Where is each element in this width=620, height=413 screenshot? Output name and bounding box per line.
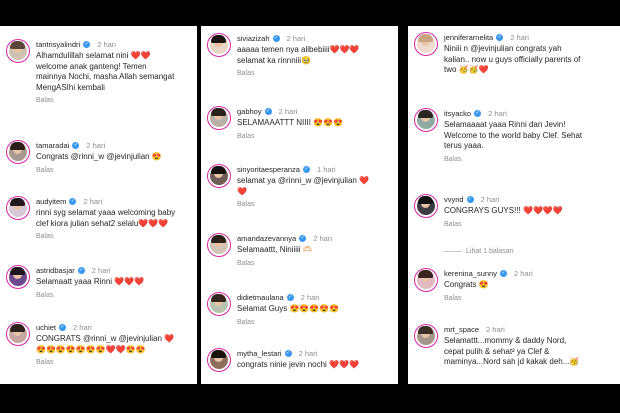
comment-text: Selamaatt yaaa Rinni ❤️❤️❤️ bbox=[36, 277, 145, 286]
reply-button[interactable]: Balas bbox=[237, 260, 394, 267]
view-replies-link[interactable]: Lihat 1 balasan bbox=[466, 248, 513, 255]
comment-text: rinni syg selamat yaaa welcoming baby cl… bbox=[36, 208, 176, 228]
reply-button[interactable]: Balas bbox=[444, 156, 616, 163]
comment-timestamp: 2 hari bbox=[513, 268, 533, 278]
verified-badge-icon: ✓ bbox=[284, 349, 292, 357]
avatar[interactable] bbox=[414, 108, 438, 132]
comment-text: Alhamdulillah selamat nini ❤️❤️ welcome … bbox=[36, 51, 175, 92]
avatar[interactable] bbox=[207, 33, 231, 57]
comment-username[interactable]: gabhoy bbox=[237, 107, 262, 116]
comment-text: CONGRATS @rinni_w @jevinjulian ❤️ 😍😍😍😍😍😍… bbox=[36, 334, 175, 354]
avatar[interactable] bbox=[207, 292, 231, 316]
reply-button[interactable]: Balas bbox=[237, 133, 394, 140]
comment-username[interactable]: didietmaulana bbox=[237, 293, 284, 302]
comment-timestamp: 2 hari bbox=[313, 233, 332, 243]
avatar[interactable] bbox=[6, 322, 30, 346]
reply-button[interactable]: Balas bbox=[444, 295, 616, 302]
comment-timestamp: 2 hari bbox=[91, 265, 111, 275]
comment-username[interactable]: tantrisyalindri bbox=[36, 40, 80, 49]
comment-username[interactable]: sinyoritaesperanza bbox=[237, 165, 300, 174]
comment-timestamp: 2 hari bbox=[86, 140, 106, 150]
verified-badge-icon: ✓ bbox=[83, 40, 91, 48]
comment-username[interactable]: vvynd bbox=[444, 195, 464, 204]
verified-badge-icon: ✓ bbox=[77, 266, 85, 274]
comment-username[interactable]: mytha_lestari bbox=[237, 349, 282, 358]
comment-text: Selamattt...mommy & daddy Nord, cepat pu… bbox=[444, 336, 580, 366]
divider bbox=[444, 251, 462, 252]
avatar[interactable] bbox=[414, 194, 438, 218]
comment-timestamp: 2 hari bbox=[83, 196, 103, 206]
avatar[interactable] bbox=[414, 268, 438, 292]
reply-button[interactable]: Balas bbox=[36, 233, 193, 240]
verified-badge-icon: ✓ bbox=[286, 293, 294, 301]
reply-button[interactable]: Balas bbox=[36, 167, 193, 174]
comment-text: Selamat Guys 😍😍😍😍😍 bbox=[237, 304, 340, 313]
verified-badge-icon: ✓ bbox=[496, 33, 504, 41]
verified-badge-icon: ✓ bbox=[466, 195, 474, 203]
verified-badge-icon: ✓ bbox=[474, 109, 482, 117]
verified-badge-icon: ✓ bbox=[59, 323, 67, 331]
comment-username[interactable]: audyitem bbox=[36, 197, 66, 206]
comment-timestamp: 2 hari bbox=[278, 106, 298, 116]
comment-text: aaaaa temen nya alibebiiii❤️❤️❤️ selamat… bbox=[237, 45, 360, 65]
avatar[interactable] bbox=[207, 106, 231, 130]
comment-text: congrats ninie jevin nochi ❤️❤️❤️ bbox=[237, 360, 359, 369]
comment-text: selamat ya @rinni_w @jevinjulian ❤️ ❤️ bbox=[237, 176, 370, 196]
comment-username[interactable]: astridbasjar bbox=[36, 266, 75, 275]
comment-username[interactable]: siviazizah bbox=[237, 34, 270, 43]
reply-button[interactable]: Balas bbox=[36, 97, 193, 104]
comment-text: Selamaattt, Niniiiii 🫶🏻 bbox=[237, 245, 313, 254]
comment-timestamp: 2 hari bbox=[298, 348, 318, 358]
comment-text: Congrats @rinni_w @jevinjulian 😍 bbox=[36, 152, 162, 161]
comment-text: Congrats 😍 bbox=[444, 280, 489, 289]
verified-badge-icon: ✓ bbox=[299, 234, 307, 242]
comment-timestamp: 1 hari bbox=[316, 164, 336, 174]
comment-username[interactable]: jenniferarnelita bbox=[444, 33, 493, 42]
avatar[interactable] bbox=[207, 233, 231, 257]
avatar[interactable] bbox=[6, 39, 30, 63]
avatar[interactable] bbox=[207, 348, 231, 372]
screenshot-stage: tantrisyalindri ✓ 2 hari Alhamdulillah sel… bbox=[0, 0, 620, 413]
avatar[interactable] bbox=[6, 140, 30, 164]
comment-username[interactable]: mrt_space bbox=[444, 325, 479, 334]
avatar[interactable] bbox=[414, 324, 438, 348]
avatar[interactable] bbox=[207, 164, 231, 188]
comment-username[interactable]: kerenina_sunny bbox=[444, 269, 497, 278]
comment-username[interactable]: tamaradai bbox=[36, 141, 69, 150]
verified-badge-icon: ✓ bbox=[264, 107, 272, 115]
comment-timestamp: 2 hari bbox=[97, 39, 116, 49]
reply-button[interactable]: Balas bbox=[237, 319, 394, 326]
comment-text: Selamaaaat yaaa Rinni dan Jevin! Welcome… bbox=[444, 120, 583, 150]
reply-button[interactable]: Balas bbox=[36, 292, 193, 299]
comment-timestamp: 2 hari bbox=[488, 108, 507, 118]
verified-badge-icon: ✓ bbox=[72, 141, 80, 149]
verified-badge-icon: ✓ bbox=[69, 197, 77, 205]
comment-text: SELAMAAATTT NIIII 😍😍😍 bbox=[237, 118, 344, 127]
verified-badge-icon: ✓ bbox=[499, 269, 507, 277]
comment-text: Niniii n @jevinjulian congrats yah kalia… bbox=[444, 44, 581, 74]
reply-button[interactable]: Balas bbox=[36, 359, 193, 366]
verified-badge-icon: ✓ bbox=[302, 165, 310, 173]
comment-timestamp: 2 hari bbox=[486, 324, 505, 334]
comment-username[interactable]: itsyacko bbox=[444, 109, 471, 118]
comments-panel-middle: siviazizah ✓ 2 hari aaaaa temen nya alibeb… bbox=[201, 26, 398, 384]
comment-timestamp: 2 hari bbox=[480, 194, 500, 204]
reply-button[interactable]: Balas bbox=[237, 70, 394, 77]
avatar[interactable] bbox=[6, 265, 30, 289]
comments-panel-right: jenniferarnelita ✓ 2 hari Niniii n @jevinj… bbox=[408, 26, 620, 384]
comment-timestamp: 2 hari bbox=[73, 322, 92, 332]
avatar[interactable] bbox=[6, 196, 30, 220]
reply-button[interactable]: Balas bbox=[444, 221, 616, 228]
verified-badge-icon: ✓ bbox=[272, 34, 280, 42]
comment-username[interactable]: uchiet bbox=[36, 323, 56, 332]
avatar[interactable] bbox=[414, 32, 438, 56]
comments-panel-left: tantrisyalindri ✓ 2 hari Alhamdulillah sel… bbox=[0, 26, 197, 384]
comment-timestamp: 2 hari bbox=[286, 33, 306, 43]
comment-username[interactable]: amandazevannya bbox=[237, 234, 296, 243]
comment-timestamp: 2 hari bbox=[300, 292, 320, 302]
comment-text: CONGRAYS GUYS!!! ❤️❤️❤️❤️ bbox=[444, 206, 563, 215]
comment-timestamp: 2 hari bbox=[510, 32, 529, 42]
reply-button[interactable]: Balas bbox=[237, 201, 394, 208]
